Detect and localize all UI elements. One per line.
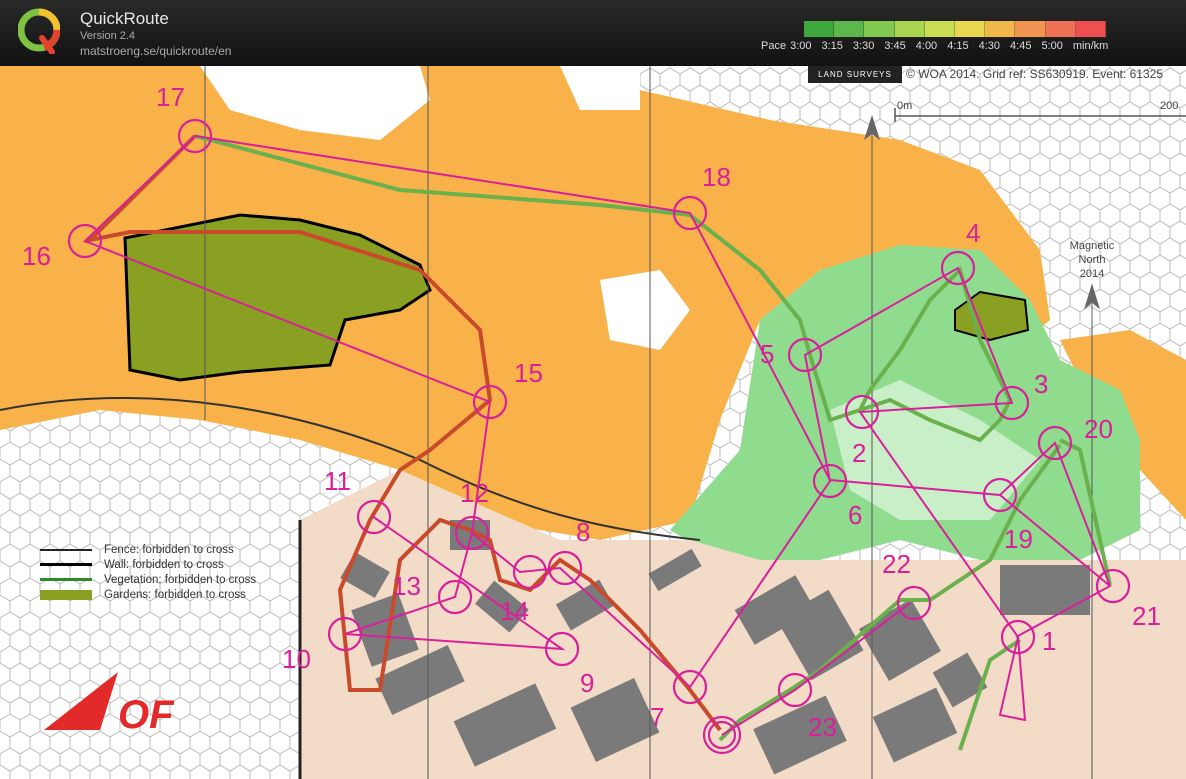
control-number: 20 xyxy=(1084,414,1113,444)
app-title: QuickRoute xyxy=(80,9,169,28)
iof-logo-text: OF xyxy=(118,693,175,737)
pace-color-segment xyxy=(834,21,865,37)
legend-item: Fence: forbidden to cross xyxy=(40,542,256,557)
control-number: 12 xyxy=(460,478,489,508)
map-canvas[interactable]: 1 2 3 4 5 6 7 8 9 10 11 12 13 14 15 16 1… xyxy=(0,66,1186,779)
legend-swatch-gardens xyxy=(40,589,92,600)
control-number: 1 xyxy=(1042,626,1056,656)
legend-swatch-vegetation xyxy=(40,578,92,581)
pace-tick: 4:30 xyxy=(978,40,1001,52)
legend-swatch-wall xyxy=(40,563,92,566)
orienteering-map[interactable]: 1 2 3 4 5 6 7 8 9 10 11 12 13 14 15 16 1… xyxy=(0,66,1186,779)
pace-tick: 3:00 xyxy=(790,40,812,52)
magnetic-north-line: North xyxy=(1078,254,1106,266)
control-number: 7 xyxy=(650,702,664,732)
control-number: 23 xyxy=(808,712,837,742)
app-version: Version 2.4 xyxy=(80,30,136,42)
legend-label: Wall: forbidden to cross xyxy=(104,558,224,571)
pace-label: Pace xyxy=(761,40,787,52)
legend-swatch-fence xyxy=(40,548,92,551)
pace-color-segment xyxy=(985,21,1016,37)
pace-unit: min/km xyxy=(1072,40,1109,52)
header-bar: QuickRoute Version 2.4 matstroeng.se/qui… xyxy=(0,0,1186,66)
magnetic-north-line: Magnetic xyxy=(1069,240,1115,252)
control-number: 11 xyxy=(324,466,351,496)
pace-color-segment xyxy=(1075,21,1107,37)
legend-label: Fence: forbidden to cross xyxy=(104,543,234,556)
pace-color-segment xyxy=(894,21,925,37)
pace-tick: 4:15 xyxy=(947,40,969,52)
pace-color-segment xyxy=(804,21,835,37)
legend-label: Gardens: forbidden to cross xyxy=(104,588,246,601)
control-number: 21 xyxy=(1132,601,1161,631)
control-number: 18 xyxy=(702,162,731,192)
legend-item: Vegetation: forbidden to cross xyxy=(40,572,256,587)
control-number: 8 xyxy=(576,517,590,547)
pace-color-segment xyxy=(955,21,986,37)
map-credit-text: WOA 2014. Grid ref: SS630919. Event: 613… xyxy=(918,67,1164,81)
app-url[interactable]: matstroeng.se/quickroute/en xyxy=(80,44,231,58)
control-number: 3 xyxy=(1034,369,1048,399)
pace-color-scale xyxy=(803,20,1107,38)
pace-scale-labels: Pace 3:00 3:15 3:30 3:45 4:00 4:15 4:30 4:45 5:00… xyxy=(761,40,1118,52)
quickroute-logo-icon xyxy=(18,8,60,54)
control-number: 5 xyxy=(760,339,774,369)
map-legend: Fence: forbidden to cross Wall: forbidde… xyxy=(40,542,256,602)
control-number: 9 xyxy=(580,668,594,698)
scale-start-label: 0m xyxy=(897,100,913,112)
pace-tick: 3:15 xyxy=(821,40,843,52)
pace-tick: 3:45 xyxy=(884,40,906,52)
control-number: 13 xyxy=(392,571,421,601)
control-number: 19 xyxy=(1004,524,1033,554)
surveyor-badge: LAND SURVEYS xyxy=(808,66,902,83)
pace-tick: 4:00 xyxy=(915,40,938,52)
control-number: 10 xyxy=(282,644,311,674)
pace-color-segment xyxy=(864,21,895,37)
control-number: 16 xyxy=(22,241,51,271)
legend-item: Gardens: forbidden to cross xyxy=(40,587,256,602)
magnetic-north-line: 2014 xyxy=(1079,268,1105,280)
control-number: 2 xyxy=(852,438,866,468)
legend-label: Vegetation: forbidden to cross xyxy=(104,573,257,586)
pace-tick: 5:00 xyxy=(1041,40,1063,52)
control-number: 4 xyxy=(966,218,980,248)
control-number: 6 xyxy=(848,500,862,530)
scale-end-label: 200 xyxy=(1160,100,1179,112)
pace-color-segment xyxy=(1015,21,1046,37)
pace-tick: 4:45 xyxy=(1010,40,1032,52)
legend-item: Wall: forbidden to cross xyxy=(40,557,256,572)
control-number: 17 xyxy=(156,82,185,112)
map-credit: © WOA 2014. Grid ref: SS630919. Event: 6… xyxy=(906,67,1164,81)
pace-color-segment xyxy=(924,21,956,37)
control-number: 22 xyxy=(882,549,911,579)
control-number: 15 xyxy=(514,358,543,388)
pace-color-segment xyxy=(1045,21,1076,37)
pace-tick: 3:30 xyxy=(852,40,875,52)
magnetic-north-label: Magnetic North 2014 xyxy=(1062,239,1122,281)
control-number: 14 xyxy=(500,596,529,626)
